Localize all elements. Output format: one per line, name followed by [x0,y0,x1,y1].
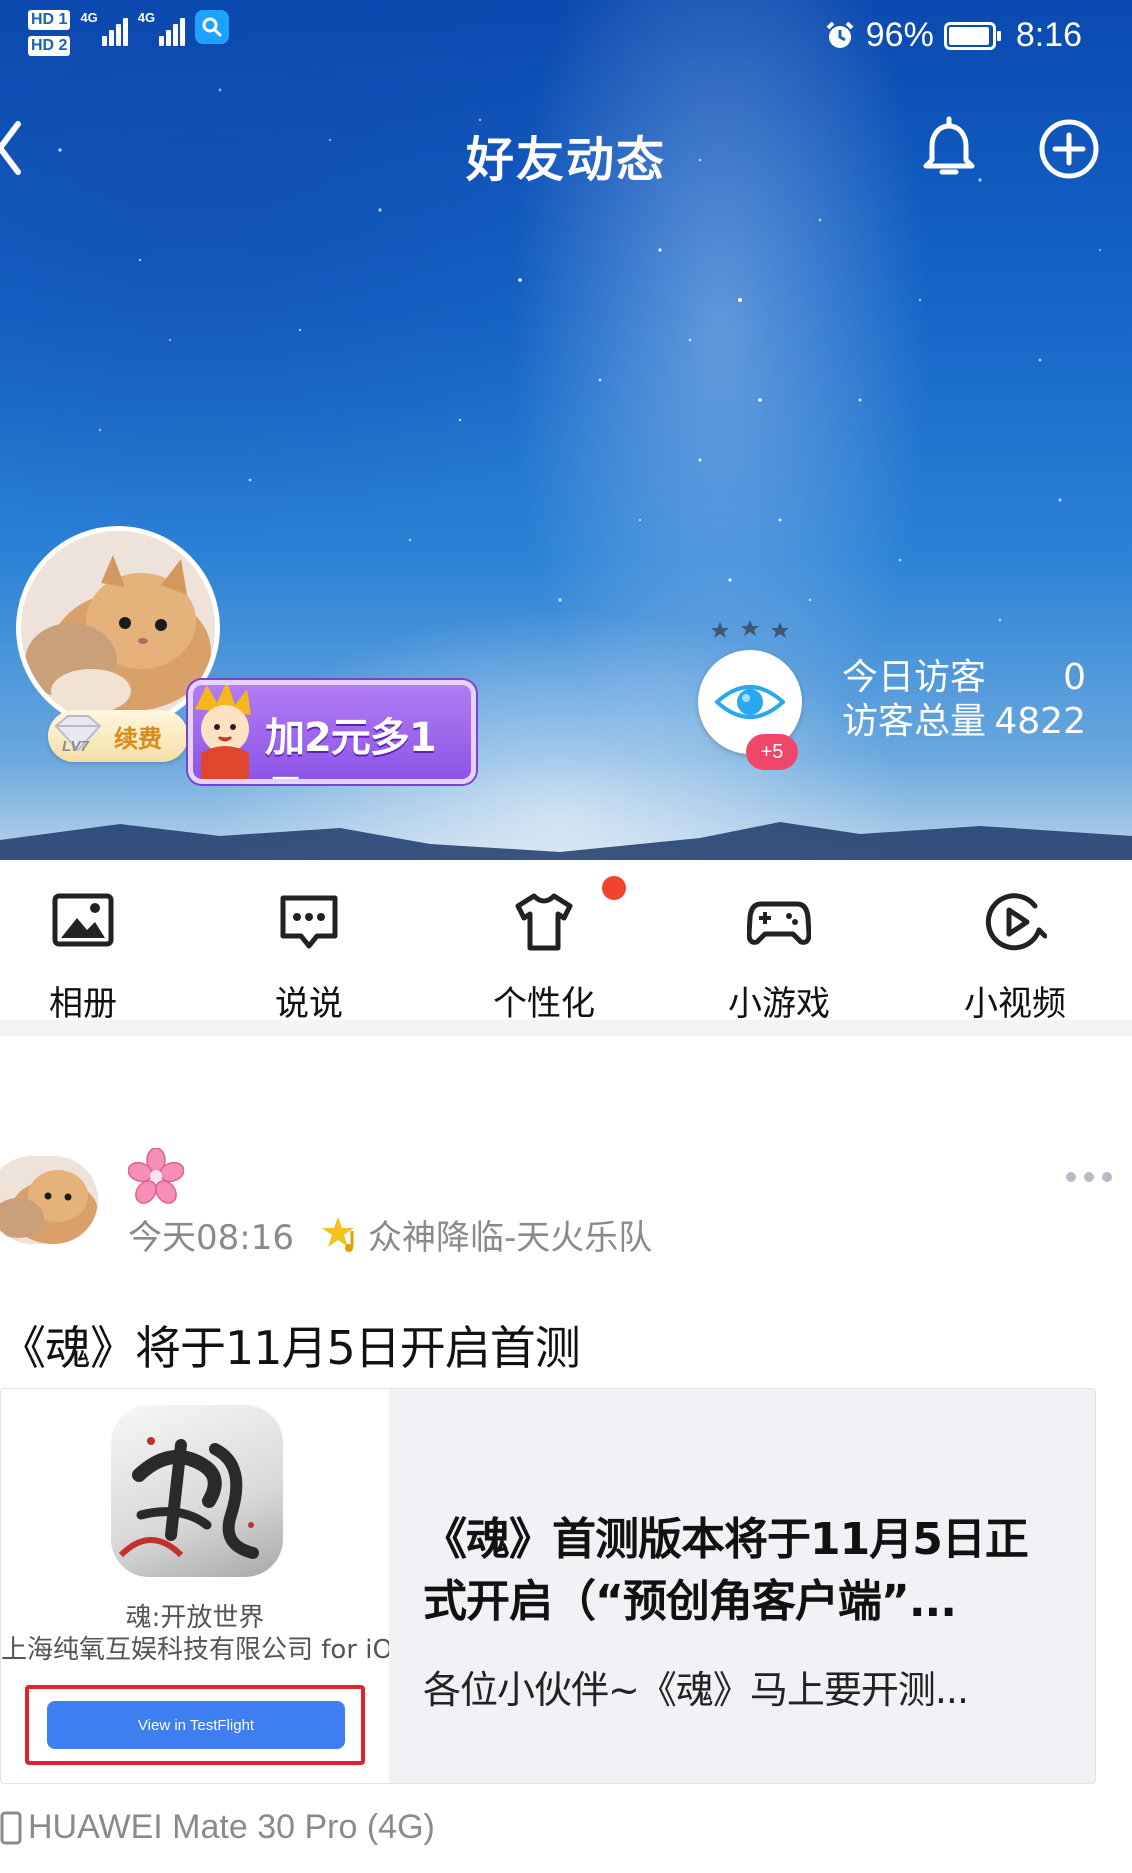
gamepad-icon [747,901,811,945]
battery-icon [943,21,1001,50]
device-name: HUAWEI Mate 30 Pro (4G) [28,1808,435,1846]
testflight-button[interactable]: View in TestFlight [47,1701,345,1749]
new-visitors-badge: +5 [746,734,798,770]
calligraphy-logo-icon [118,1437,259,1559]
visitor-stats[interactable]: 今日访客 0 访客总量 4822 [842,656,1086,744]
search-app-icon [195,10,230,44]
play-video-icon [985,893,1047,951]
cherry-blossom-icon [128,1148,184,1204]
title-bar: 好友动态 [0,110,1132,190]
level-text: LV7 [62,738,89,755]
nav-label-album: 相册 [49,984,117,1024]
chat-bubble-icon [280,895,338,949]
renew-label: 续费 [114,724,162,753]
app-developer: 上海纯氧互娱科技有限公司 for iOS [1,1635,389,1665]
app-icon [111,1405,283,1577]
card-description: 各位小伙伴~《魂》马上要开测... [423,1668,969,1712]
battery-percent: 96% [865,16,934,54]
music-status[interactable]: 众神降临-天火乐队 [321,1210,653,1259]
feed-post: 今天08:16 众神降临-天火乐队 《魂》将于11月5日开启首测 魂:开放世界 … [0,1052,1132,1873]
nav-item-minigames[interactable]: 小游戏 [666,860,892,1036]
clock-time: 8:16 [1015,16,1082,54]
nav-item-shortvideo[interactable]: 小视频 [902,860,1128,1036]
alarm-clock-icon [826,21,854,48]
cat-avatar-image [0,1156,98,1244]
total-visitors-label: 访客总量 [842,701,987,742]
nav-item-album[interactable]: 相册 [0,860,196,1036]
rating-stars-icon [711,620,789,638]
cartoon-character-icon [195,685,251,779]
post-author-avatar[interactable] [0,1156,98,1244]
signal-strength-icon-2: 4G [138,10,186,46]
card-thumbnail: 魂:开放世界 上海纯氧互娱科技有限公司 for iOS View in Test… [1,1389,389,1783]
diamond-icon: LV7 [48,710,106,762]
nav-label-personalize: 个性化 [493,984,595,1024]
hd-badge-2: HD 2 [28,36,71,56]
nav-item-shuoshuo[interactable]: 说说 [196,860,422,1036]
add-circle-icon[interactable] [1034,114,1104,184]
card-title: 《魂》首测版本将于11月5日正式开启（“预创角客户端”... [423,1514,1029,1627]
photo-album-icon [52,893,114,947]
phone-icon [0,1811,22,1844]
promo-text: 加2元多1月 [265,715,437,779]
nav-label-shortvideo: 小视频 [964,984,1066,1024]
vip-level-badge[interactable]: LV7 续费 [48,710,188,762]
post-meta: 今天08:16 众神降临-天火乐队 [128,1210,652,1259]
cat-avatar-image [21,531,215,725]
shared-link-card[interactable]: 魂:开放世界 上海纯氧互娱科技有限公司 for iOS View in Test… [0,1388,1096,1784]
status-bar: HD 1 HD 2 4G 4G 96% 8:16 [0,0,1132,80]
post-time: 今天08:16 [128,1218,294,1258]
tshirt-icon [515,893,573,951]
more-options-icon[interactable] [1066,1172,1112,1188]
signal-strength-icon-1: 4G [80,10,128,46]
hd-badge-1: HD 1 [28,10,71,30]
highlight-box: View in TestFlight [25,1685,365,1765]
nav-label-minigames: 小游戏 [728,984,830,1024]
nav-label-shuoshuo: 说说 [275,984,343,1024]
star-music-icon [321,1216,354,1252]
mountain-silhouette [0,822,1132,860]
music-status-text: 众神降临-天火乐队 [367,1218,653,1258]
post-text: 《魂》将于11月5日开启首测 [0,1321,581,1375]
today-visitors-value: 0 [1063,657,1086,698]
bell-icon[interactable] [914,114,984,184]
vip-promo-banner[interactable]: 加2元多1月 [188,680,476,784]
today-visitors-label: 今日访客 [842,657,987,698]
total-visitors-value: 4822 [994,701,1086,742]
notification-dot [602,876,626,900]
quick-nav-bar: 相册 说说 个性化 小游戏 小视频 [0,860,1132,1036]
post-device: HUAWEI Mate 30 Pro (4G) [0,1808,435,1847]
eye-icon [715,685,785,719]
